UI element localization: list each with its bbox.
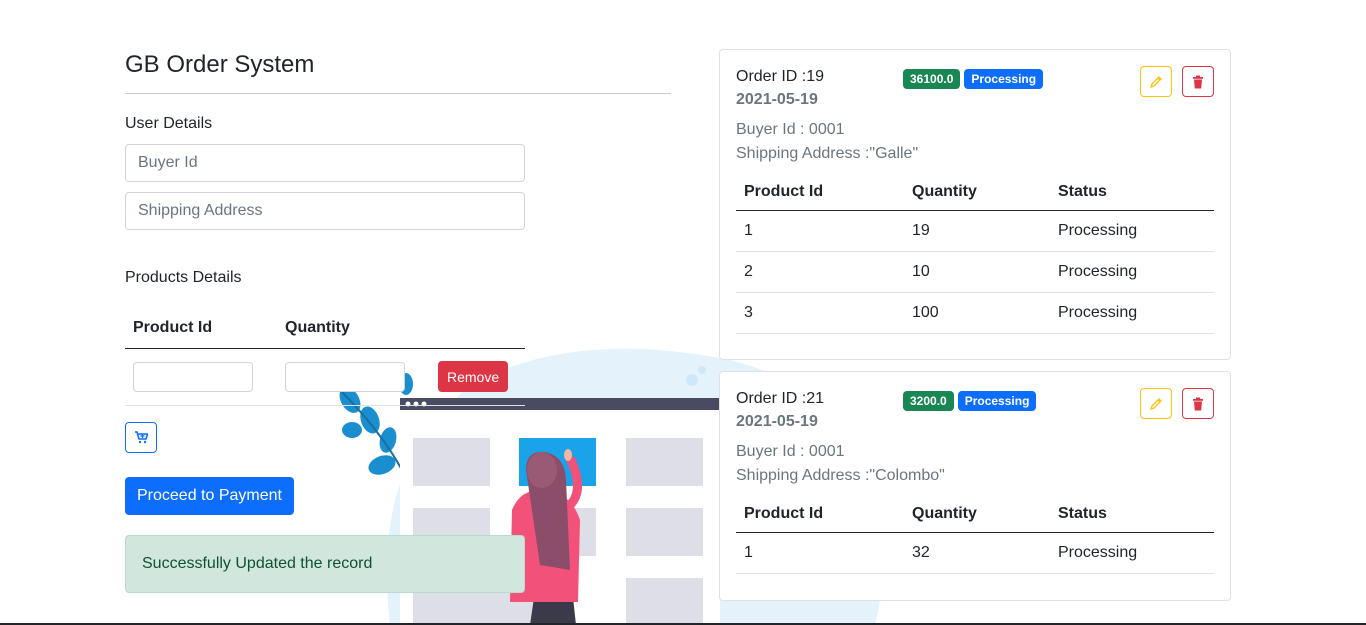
delete-order-button[interactable] [1182, 388, 1214, 419]
cart-plus-icon [135, 430, 148, 443]
table-row: 3 100 Processing [736, 292, 1214, 334]
product-id-input[interactable] [133, 361, 253, 392]
pencil-icon [1149, 75, 1162, 88]
page-title: GB Order System [125, 51, 315, 78]
buyer-id-text: Buyer Id : 0001 [736, 121, 845, 138]
product-id-cell: 3 [736, 292, 904, 334]
edit-order-button[interactable] [1140, 66, 1172, 97]
table-row: Remove [125, 348, 525, 406]
action-header [430, 308, 525, 349]
shipping-address-text: Shipping Address :"Galle" [736, 145, 919, 162]
buyer-id-input[interactable] [125, 144, 525, 182]
order-card: Order ID :19 2021-05-19 36100.0 Processi… [719, 49, 1231, 360]
total-badge: 3200.0 [903, 391, 954, 411]
quantity-cell: 100 [904, 292, 1050, 334]
table-row: 1 32 Processing [736, 532, 1214, 574]
user-details-label: User Details [125, 115, 213, 132]
shipping-address-text: Shipping Address :"Colombo" [736, 467, 945, 484]
trash-icon [1193, 397, 1203, 410]
product-table: Product Id Quantity Remove [125, 308, 525, 406]
product-id-header: Product Id [736, 496, 904, 533]
quantity-input[interactable] [285, 361, 405, 392]
quantity-header: Quantity [277, 308, 430, 349]
order-items-table: Product Id Quantity Status 1 19 Processi… [736, 174, 1214, 334]
product-id-header: Product Id [736, 174, 904, 211]
shipping-address-input[interactable] [125, 192, 525, 230]
proceed-to-payment-button[interactable]: Proceed to Payment [125, 476, 294, 515]
buyer-id-text: Buyer Id : 0001 [736, 443, 845, 460]
order-card: Order ID :21 2021-05-19 3200.0 Processin… [719, 371, 1231, 601]
status-header: Status [1050, 496, 1214, 533]
table-row: 2 10 Processing [736, 251, 1214, 293]
status-cell: Processing [1050, 210, 1214, 252]
delete-order-button[interactable] [1182, 66, 1214, 97]
product-id-cell: 1 [736, 532, 904, 574]
status-header: Status [1050, 174, 1214, 211]
title-divider [125, 93, 671, 94]
product-id-cell: 1 [736, 210, 904, 252]
pencil-icon [1149, 397, 1162, 410]
success-alert: Successfully Updated the record [125, 534, 525, 593]
alert-text: Successfully Updated the record [142, 554, 373, 572]
add-to-cart-button[interactable] [125, 421, 157, 453]
quantity-cell: 19 [904, 210, 1050, 252]
products-details-label: Products Details [125, 269, 242, 286]
total-badge: 36100.0 [903, 69, 961, 89]
quantity-header: Quantity [904, 174, 1050, 211]
status-badge: Processing [957, 391, 1037, 411]
order-items-table: Product Id Quantity Status 1 32 Processi… [736, 496, 1214, 574]
order-form: GB Order System User Details Products De… [125, 50, 671, 593]
table-row: 1 19 Processing [736, 210, 1214, 252]
trash-icon [1193, 75, 1203, 88]
status-cell: Processing [1050, 251, 1214, 293]
quantity-cell: 32 [904, 532, 1050, 574]
quantity-cell: 10 [904, 251, 1050, 293]
product-id-header: Product Id [125, 308, 277, 349]
status-badge: Processing [964, 69, 1044, 89]
status-cell: Processing [1050, 532, 1214, 574]
quantity-header: Quantity [904, 496, 1050, 533]
edit-order-button[interactable] [1140, 388, 1172, 419]
status-cell: Processing [1050, 292, 1214, 334]
remove-button[interactable]: Remove [438, 361, 509, 392]
product-id-cell: 2 [736, 251, 904, 293]
